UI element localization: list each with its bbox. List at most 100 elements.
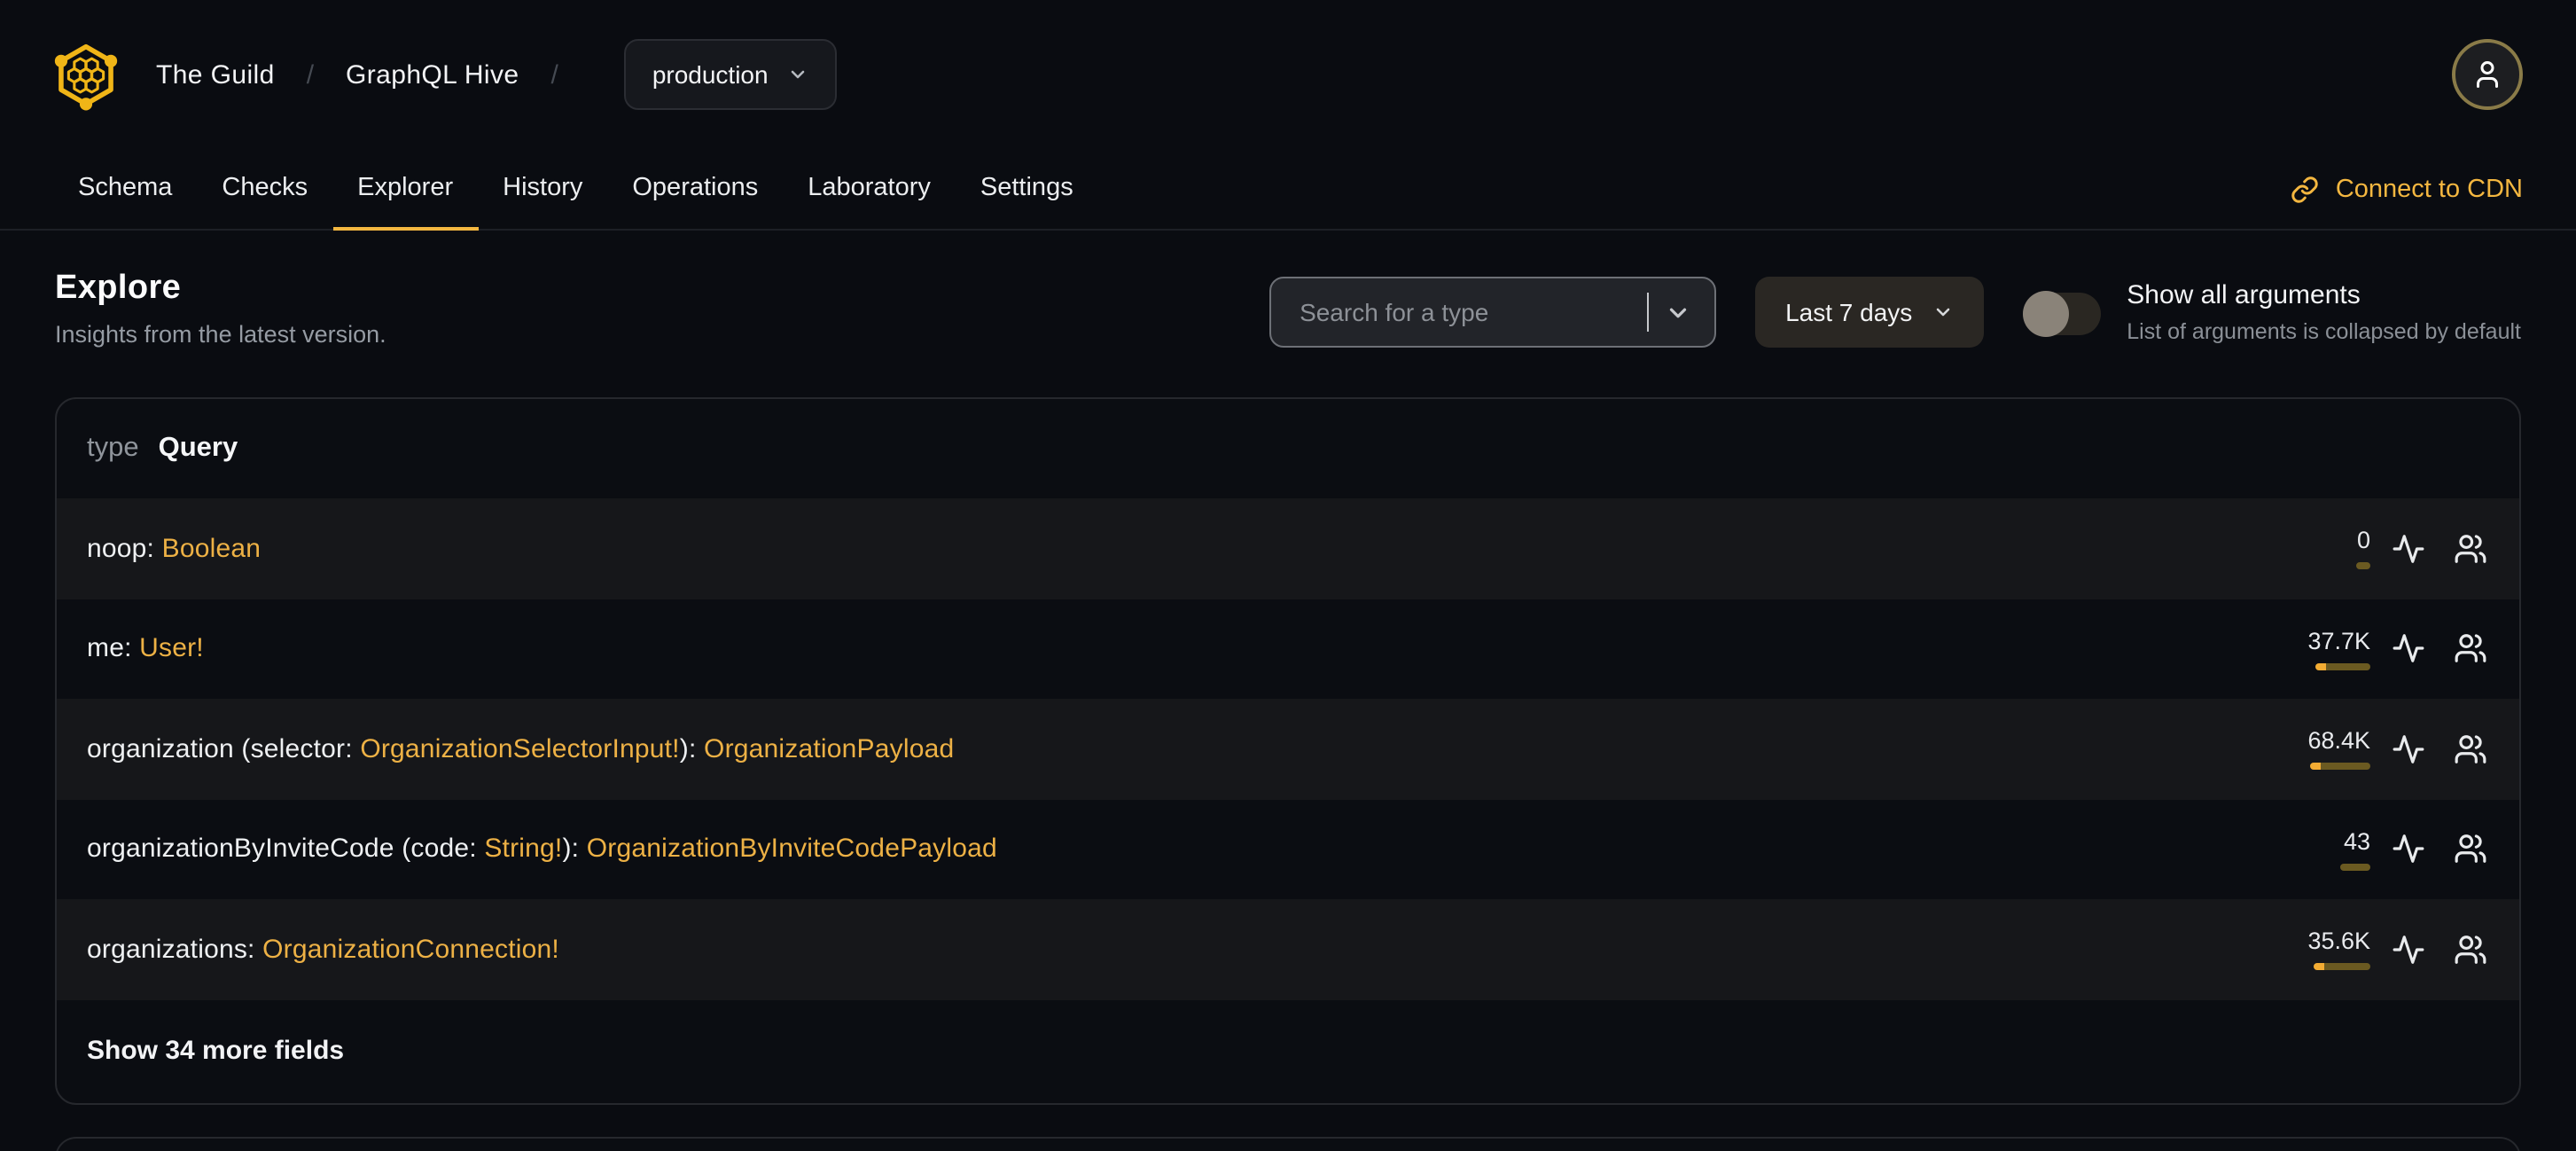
activity-icon[interactable] [2388,630,2427,669]
field-row-list: noop: Boolean 0 me: User! 37.7K organiza… [57,498,2519,999]
type-link[interactable]: OrganizationByInviteCodePayload [587,834,997,865]
field-row[interactable]: organizationByInviteCode (code: String!)… [57,799,2519,899]
field-signature: organizationByInviteCode (code: String!)… [87,834,997,865]
chevron-down-icon [1935,308,1949,317]
explorer-controls: Last 7 days Show all arguments List of a… [1269,277,2521,348]
combobox-separator [1647,293,1650,332]
type-link[interactable]: String! [484,834,562,865]
field-row[interactable]: organization (selector: OrganizationSele… [57,699,2519,799]
page-title: Explore [55,270,182,307]
field-row[interactable]: organizations: OrganizationConnection! 3… [57,899,2519,999]
toggle-knob [2022,291,2069,337]
topbar: The Guild / GraphQL Hive / production [0,0,2576,149]
field-signature: me: User! [87,634,204,664]
usage-bar-fill [2324,963,2370,971]
type-link[interactable]: User! [139,634,204,664]
hive-logo-icon[interactable] [53,38,119,111]
search-dropdown-button[interactable] [1659,299,1697,325]
tab-label: Checks [222,174,308,202]
field-row[interactable]: noop: Boolean 0 [57,498,2519,599]
usage-bar-cap [2315,662,2327,670]
show-more-fields-button[interactable]: Show 34 more fields [87,1036,344,1066]
tab-history[interactable]: History [478,149,607,231]
type-link[interactable]: OrganizationPayload [704,734,954,764]
tab-explorer[interactable]: Explorer [332,149,479,231]
tab-label: History [503,174,583,202]
target-selector-value: production [652,60,769,89]
request-count: 43 [2343,827,2370,855]
tab-schema[interactable]: Schema [53,149,197,231]
tab-operations[interactable]: Operations [607,149,783,231]
usage-bar-fill [2321,763,2370,771]
field-name-text: ): [562,834,587,865]
field-stats: 43 [2292,828,2489,871]
type-link[interactable]: Boolean [162,534,262,564]
usage-bar-fill [2326,662,2370,670]
users-icon[interactable] [2450,630,2489,669]
field-stats: 35.6K [2292,928,2489,971]
type-link[interactable]: OrganizationConnection! [262,935,559,965]
type-card-header: type Query [57,399,2519,498]
field-signature: organizations: OrganizationConnection! [87,935,559,965]
usage-bar-cap [2310,763,2321,771]
period-selector-value: Last 7 days [1785,298,1913,326]
usage-bar [2340,863,2370,871]
tab-label: Operations [632,174,759,202]
field-name-text: organizationByInviteCode (code: [87,834,485,865]
users-icon[interactable] [2450,930,2489,969]
page-header: Explore Insights from the latest version… [55,270,2521,348]
period-selector[interactable]: Last 7 days [1755,277,1984,348]
chevron-down-icon [1669,307,1687,317]
users-icon[interactable] [2450,830,2489,869]
usage-bar-cap [2314,963,2324,971]
connect-to-cdn-link[interactable]: Connect to CDN [2291,149,2523,229]
users-icon[interactable] [2450,529,2489,568]
toggle-description: List of arguments is collapsed by defaul… [2127,319,2521,344]
activity-icon[interactable] [2388,830,2427,869]
toggle-labels: Show all arguments List of arguments is … [2127,280,2521,344]
field-usage: 35.6K [2292,928,2370,971]
field-stats: 0 [2292,528,2489,570]
field-row[interactable]: me: User! 37.7K [57,599,2519,699]
breadcrumb-project[interactable]: GraphQL Hive [346,59,519,90]
breadcrumb: The Guild / GraphQL Hive / production [156,39,838,110]
target-selector[interactable]: production [623,39,838,110]
field-signature: organization (selector: OrganizationSele… [87,734,954,764]
field-signature: noop: Boolean [87,534,261,564]
tab-label: Schema [78,174,173,202]
breadcrumb-separator: / [550,59,558,90]
user-menu-button[interactable] [2452,39,2523,110]
type-name[interactable]: Query [159,433,238,465]
tab-checks[interactable]: Checks [197,149,332,231]
usage-bar-fill [2340,863,2370,871]
search-input[interactable] [1296,296,1641,328]
field-name-text: me: [87,633,140,664]
tab-settings[interactable]: Settings [956,149,1098,231]
activity-icon[interactable] [2388,930,2427,969]
usage-bar [2356,562,2370,570]
tab-label: Laboratory [808,174,931,202]
type-card-query: type Query noop: Boolean 0 me: User! 37.… [55,397,2521,1104]
field-usage: 37.7K [2292,628,2370,670]
field-stats: 68.4K [2292,728,2489,771]
main-nav: Schema Checks Explorer History Operations Lab… [0,149,2576,231]
show-all-arguments-toggle[interactable] [2022,291,2101,337]
users-icon[interactable] [2450,730,2489,769]
chevron-down-icon [792,70,805,79]
type-link[interactable]: OrganizationSelectorInput! [360,734,679,764]
activity-icon[interactable] [2388,529,2427,568]
breadcrumb-organization[interactable]: The Guild [156,59,275,90]
request-count: 37.7K [2307,627,2370,654]
request-count: 35.6K [2307,928,2370,955]
next-type-card-partial [55,1136,2521,1151]
tab-laboratory[interactable]: Laboratory [783,149,956,231]
activity-icon[interactable] [2388,730,2427,769]
field-name-text: organizations: [87,934,263,965]
tab-label: Explorer [357,174,454,202]
toggle-title: Show all arguments [2127,280,2361,310]
breadcrumb-separator: / [306,59,315,90]
main-content: Explore Insights from the latest version… [0,270,2576,1151]
app-root: The Guild / GraphQL Hive / production Sc… [0,0,2576,1151]
show-all-arguments-control: Show all arguments List of arguments is … [2022,280,2521,344]
usage-bar [2315,662,2370,670]
